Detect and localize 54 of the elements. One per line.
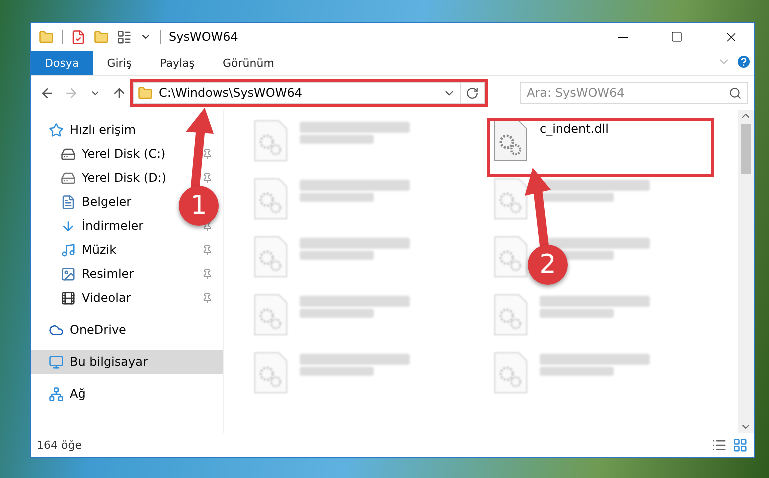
maximize-icon bbox=[671, 31, 683, 43]
dll-file-icon bbox=[494, 294, 528, 336]
item-count: 164 öğe bbox=[37, 438, 83, 452]
dll-file-icon bbox=[254, 352, 288, 394]
sidebar-item[interactable]: İndirmeler bbox=[55, 214, 150, 238]
dll-file-icon bbox=[494, 178, 528, 220]
videos-icon bbox=[61, 290, 76, 306]
details-view-icon[interactable] bbox=[712, 438, 727, 452]
ribbon-tab[interactable]: Dosya bbox=[31, 51, 94, 75]
sidebar-item[interactable]: Ağ bbox=[43, 382, 92, 406]
dll-file-icon bbox=[254, 120, 288, 162]
sidebar-item[interactable]: Müzik bbox=[55, 238, 123, 262]
dll-file-icon bbox=[254, 294, 288, 336]
dll-file-icon bbox=[494, 352, 528, 394]
sidebar-item[interactable]: OneDrive bbox=[43, 318, 132, 342]
quick-icon bbox=[49, 122, 64, 138]
minimize-icon bbox=[618, 36, 628, 38]
dll-file-icon bbox=[494, 236, 528, 278]
folder-icon bbox=[138, 86, 153, 100]
ribbon-tab[interactable]: Paylaş bbox=[146, 51, 209, 75]
back-icon bbox=[40, 86, 54, 100]
ribbon-tab[interactable]: Giriş bbox=[93, 51, 146, 75]
dll-file-icon bbox=[254, 178, 288, 220]
address-field[interactable]: C:\Windows\SysWOW64 bbox=[133, 82, 461, 104]
sidebar-item[interactable]: Belgeler bbox=[55, 190, 138, 214]
properties-icon[interactable] bbox=[71, 30, 86, 44]
sidebar-item[interactable]: Yerel Disk (D:) bbox=[55, 166, 173, 190]
sidebar-item[interactable]: Resimler bbox=[55, 262, 140, 286]
scrollbar-thumb[interactable] bbox=[741, 124, 751, 174]
folder-icon[interactable] bbox=[39, 30, 54, 44]
network-icon bbox=[49, 386, 64, 402]
refresh-icon bbox=[466, 86, 479, 100]
large-icons-view-icon[interactable] bbox=[733, 438, 748, 452]
forward-icon bbox=[64, 86, 78, 100]
window-title: SysWOW64 bbox=[169, 30, 240, 44]
sidebar-item[interactable]: Hızlı erişim bbox=[43, 118, 142, 142]
new-folder-icon[interactable] bbox=[94, 30, 109, 44]
help-icon bbox=[736, 54, 752, 70]
downloads-icon bbox=[61, 218, 76, 234]
sidebar-item[interactable]: Videolar bbox=[55, 286, 138, 310]
pictures-icon bbox=[61, 266, 76, 282]
refresh-button[interactable] bbox=[461, 82, 485, 104]
dll-file-icon bbox=[254, 236, 288, 278]
documents-icon bbox=[61, 194, 76, 210]
sidebar-item[interactable]: Bu bilgisayar bbox=[31, 350, 223, 374]
scrollbar[interactable] bbox=[738, 110, 754, 433]
computer-icon bbox=[49, 354, 64, 370]
ribbon-tab[interactable]: Görünüm bbox=[209, 51, 288, 75]
cloud-icon bbox=[49, 322, 64, 338]
dll-file-icon bbox=[494, 120, 528, 162]
music-icon bbox=[61, 242, 76, 258]
sidebar-item[interactable]: Yerel Disk (C:) bbox=[55, 142, 172, 166]
view-icon[interactable] bbox=[117, 30, 132, 44]
file-name[interactable]: c_indent.dll bbox=[540, 122, 609, 136]
